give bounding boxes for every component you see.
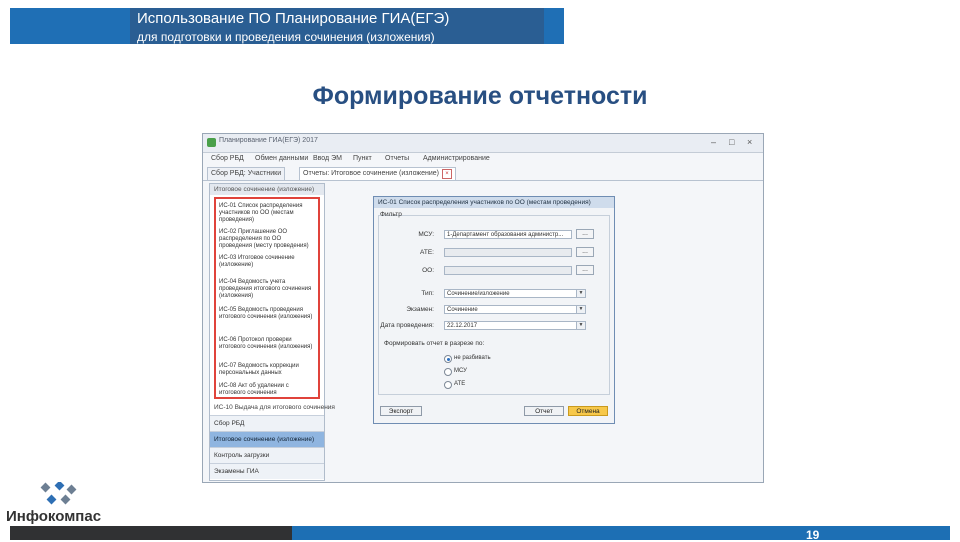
group-sbor-rbd[interactable]: Сбор РБД	[210, 415, 324, 431]
export-button[interactable]: Экспорт	[380, 406, 422, 416]
type-value: Сочинение/изложение	[447, 291, 510, 297]
menu-sbor-rbd[interactable]: Сбор РБД	[211, 155, 244, 162]
list-item[interactable]: ИС-02 Приглашение ОО распределения по ОО…	[219, 229, 315, 250]
minimize-button[interactable]: –	[711, 137, 716, 147]
list-item[interactable]: ИС-04 Ведомость учета проведения итогово…	[219, 279, 315, 300]
radio-ne-razbivat[interactable]	[444, 355, 452, 363]
type-label: Тип:	[421, 290, 434, 297]
list-item[interactable]: ИС-01 Список распределения участников по…	[219, 203, 315, 224]
list-item[interactable]: ИС-07 Ведомость коррекции персональных д…	[219, 363, 315, 377]
window-title: Планирование ГИА(ЕГЭ) 2017	[219, 137, 318, 144]
group-by-label: Формировать отчет в разрезе по:	[384, 340, 485, 347]
ate-field[interactable]	[444, 248, 572, 257]
menu-vvod-em[interactable]: Ввод ЭМ	[313, 155, 342, 162]
report-button[interactable]: Отчет	[524, 406, 564, 416]
oo-label: ОО:	[422, 267, 434, 274]
exam-label: Экзамен:	[406, 306, 434, 313]
cancel-button[interactable]: Отмена	[568, 406, 608, 416]
list-item[interactable]: ИС-08 Акт об удалении с итогового сочине…	[219, 383, 315, 397]
footer-blue-bar	[292, 526, 950, 540]
slide-title: Формирование отчетности	[312, 82, 648, 110]
dialog-title: ИС-01 Список распределения участников по…	[374, 197, 614, 208]
radio-label: МСУ	[454, 368, 467, 374]
menu-otchety[interactable]: Отчеты	[385, 155, 409, 162]
tab-sbor-rbd[interactable]: Сбор РБД: Участники	[207, 167, 286, 180]
list-item[interactable]: ИС-10 Выдача для итогового сочинения	[210, 403, 335, 413]
oo-field[interactable]	[444, 266, 572, 275]
menu-punkt[interactable]: Пункт	[353, 155, 372, 162]
radio-msu[interactable]	[444, 368, 452, 376]
exam-select[interactable]: Сочинение ▼	[444, 305, 586, 314]
menu-bar: Сбор РБД Обмен данными Ввод ЭМ Пункт Отч…	[203, 153, 763, 166]
ate-label: АТЕ:	[420, 249, 434, 256]
msu-label: МСУ:	[418, 231, 434, 238]
header-title: Использование ПО Планирование ГИА(ЕГЭ)	[137, 10, 450, 27]
type-select[interactable]: Сочинение/изложение ▼	[444, 289, 586, 298]
ate-browse-button[interactable]: ...	[576, 247, 594, 257]
oo-browse-button[interactable]: ...	[576, 265, 594, 275]
list-item[interactable]: ИС-05 Ведомость проведения итогового соч…	[219, 307, 315, 321]
radio-ate[interactable]	[444, 381, 452, 389]
tab-otchety[interactable]: Отчеты: Итоговое сочинение (изложение) ×	[299, 167, 456, 180]
logo-text: Инфокомпас	[6, 508, 102, 525]
filter-label: Фильтр	[380, 211, 402, 218]
logo-icon	[40, 482, 77, 505]
report-dialog: ИС-01 Список распределения участников по…	[373, 196, 615, 424]
maximize-button[interactable]: □	[729, 137, 734, 147]
date-select[interactable]: 22.12.2017 ▼	[444, 321, 586, 330]
group-kontrol[interactable]: Контроль загрузки	[210, 447, 324, 463]
app-window: Планирование ГИА(ЕГЭ) 2017 – □ × Сбор РБ…	[202, 133, 764, 483]
msu-field[interactable]: 1-Департамент образования администр...	[444, 230, 572, 239]
app-icon	[207, 138, 216, 147]
group-itogovoe-sochinenie[interactable]: Итоговое сочинение (изложение)	[210, 431, 324, 447]
window-titlebar: Планирование ГИА(ЕГЭ) 2017 – □ ×	[203, 134, 763, 153]
close-icon[interactable]: ×	[441, 169, 452, 179]
reports-panel-header: Итоговое сочинение (изложение)	[210, 184, 324, 195]
header-subtitle: для подготовки и проведения сочинения (и…	[137, 30, 435, 44]
msu-browse-button[interactable]: ...	[576, 229, 594, 239]
date-value: 22.12.2017	[447, 323, 478, 329]
date-label: Дата проведения:	[380, 322, 434, 329]
chevron-down-icon[interactable]: ▼	[576, 322, 585, 329]
reports-list-highlight: ИС-01 Список распределения участников по…	[214, 197, 320, 399]
radio-label: АТЕ	[454, 381, 466, 387]
tab-label: Отчеты: Итоговое сочинение (изложение)	[303, 170, 439, 177]
reports-panel: Итоговое сочинение (изложение) ИС-01 Спи…	[209, 183, 335, 481]
list-item[interactable]: ИС-06 Протокол проверки итогового сочине…	[219, 337, 315, 351]
close-button[interactable]: ×	[747, 137, 752, 147]
chevron-down-icon[interactable]: ▼	[576, 306, 585, 313]
tab-label: Сбор РБД: Участники	[211, 170, 282, 177]
menu-admin[interactable]: Администрирование	[423, 155, 490, 162]
tab-strip: Сбор РБД: Участники Отчеты: Итоговое соч…	[203, 166, 763, 181]
group-ekzameny[interactable]: Экзамены ГИА	[210, 463, 324, 479]
radio-label: не разбивать	[454, 355, 491, 361]
exam-value: Сочинение	[447, 307, 478, 313]
menu-obmen[interactable]: Обмен данными	[255, 155, 308, 162]
list-item[interactable]: ИС-03 Итоговое сочинение (изложение)	[219, 255, 315, 269]
chevron-down-icon[interactable]: ▼	[576, 290, 585, 297]
footer-dark-bar	[10, 526, 292, 540]
